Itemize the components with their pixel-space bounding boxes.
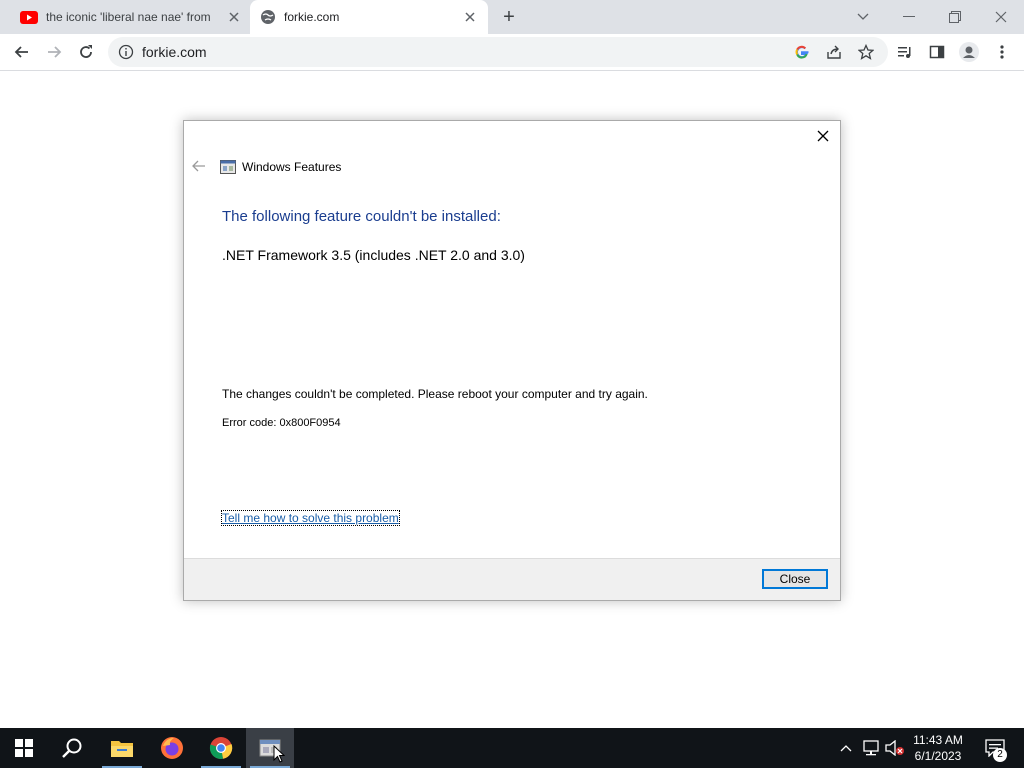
windows-logo-icon <box>15 739 33 757</box>
tab-title: the iconic 'liberal nae nae' from 2 <box>46 10 214 24</box>
share-icon <box>827 45 841 59</box>
network-icon <box>863 740 879 756</box>
tab-youtube[interactable]: the iconic 'liberal nae nae' from 2 <box>8 0 248 34</box>
clock-time: 11:43 AM <box>913 733 963 747</box>
restore-icon <box>949 11 961 23</box>
error-message: The changes couldn't be completed. Pleas… <box>222 387 648 401</box>
arrow-left-icon <box>192 160 205 172</box>
volume-muted-icon <box>885 740 904 756</box>
globe-icon <box>261 10 275 24</box>
mouse-cursor-icon <box>273 745 285 763</box>
dialog-heading: The following feature couldn't be instal… <box>222 208 501 225</box>
notification-count-badge: 2 <box>993 748 1007 762</box>
bookmark-button[interactable] <box>852 38 880 66</box>
dialog-app-title: Windows Features <box>242 160 342 174</box>
share-button[interactable] <box>820 38 848 66</box>
error-code: Error code: 0x800F0954 <box>222 417 341 429</box>
url-text: forkie.com <box>142 44 207 60</box>
taskbar-clock[interactable]: 11:43 AM 6/1/2023 <box>906 732 970 764</box>
google-icon <box>795 45 809 59</box>
reload-icon <box>80 45 92 58</box>
volume-button[interactable] <box>884 728 906 768</box>
dialog-footer: Close <box>184 558 840 600</box>
close-icon <box>995 11 1007 23</box>
close-icon <box>817 130 829 142</box>
chevron-up-icon <box>840 745 852 752</box>
google-lens-button[interactable] <box>788 38 816 66</box>
chrome-icon <box>209 737 233 759</box>
tab-forkie[interactable]: forkie.com <box>250 0 488 34</box>
folder-icon <box>111 741 133 757</box>
network-button[interactable] <box>860 728 882 768</box>
star-icon <box>858 44 874 60</box>
help-link[interactable]: Tell me how to solve this problem <box>221 510 400 526</box>
windows-features-dialog: Windows Features The following feature c… <box>183 120 841 601</box>
taskbar: 11:43 AM 6/1/2023 2 <box>0 728 1024 768</box>
close-icon[interactable] <box>462 9 478 25</box>
restore-button[interactable] <box>932 0 978 34</box>
action-center-button[interactable] <box>980 728 1010 768</box>
arrow-left-icon <box>14 46 28 58</box>
profile-button[interactable] <box>955 38 983 66</box>
tab-title: forkie.com <box>284 10 340 24</box>
minimize-icon <box>903 16 915 17</box>
firefox-button[interactable] <box>148 728 196 768</box>
dialog-close-button[interactable] <box>814 127 832 145</box>
reload-button[interactable] <box>72 38 100 66</box>
tab-search-button[interactable] <box>840 0 886 34</box>
clock-date: 6/1/2023 <box>914 749 962 763</box>
chrome-button[interactable] <box>197 728 245 768</box>
side-panel-button[interactable] <box>923 38 951 66</box>
new-tab-button[interactable]: + <box>498 6 520 28</box>
show-hidden-icons-button[interactable] <box>836 728 856 768</box>
firefox-icon <box>161 737 183 759</box>
address-bar[interactable]: forkie.com <box>108 37 888 67</box>
start-button[interactable] <box>0 728 48 768</box>
back-button[interactable] <box>192 159 206 173</box>
close-icon[interactable] <box>226 9 242 25</box>
menu-button[interactable] <box>988 38 1016 66</box>
info-icon[interactable] <box>118 44 134 65</box>
playlist-icon <box>898 47 911 58</box>
search-button[interactable] <box>48 728 96 768</box>
windows-features-taskbar-button[interactable] <box>246 728 294 768</box>
side-panel-icon <box>929 45 945 59</box>
chevron-down-icon <box>857 13 869 20</box>
file-explorer-button[interactable] <box>98 728 146 768</box>
youtube-icon <box>20 10 38 24</box>
more-vertical-icon <box>1000 45 1004 59</box>
window-close-button[interactable] <box>978 0 1024 34</box>
back-button[interactable] <box>8 38 36 66</box>
arrow-right-icon <box>48 46 62 58</box>
minimize-button[interactable] <box>886 0 932 34</box>
close-button[interactable]: Close <box>762 569 828 589</box>
avatar-icon <box>959 42 979 62</box>
forward-button[interactable] <box>40 38 68 66</box>
feature-name: .NET Framework 3.5 (includes .NET 2.0 an… <box>222 247 525 263</box>
browser-toolbar: forkie.com <box>0 34 1024 71</box>
search-icon <box>62 738 82 758</box>
tab-strip: the iconic 'liberal nae nae' from 2 fork… <box>0 0 1024 34</box>
dialog-app-header: Windows Features <box>220 159 341 175</box>
media-controls-button[interactable] <box>891 38 919 66</box>
windows-features-icon <box>220 160 236 174</box>
